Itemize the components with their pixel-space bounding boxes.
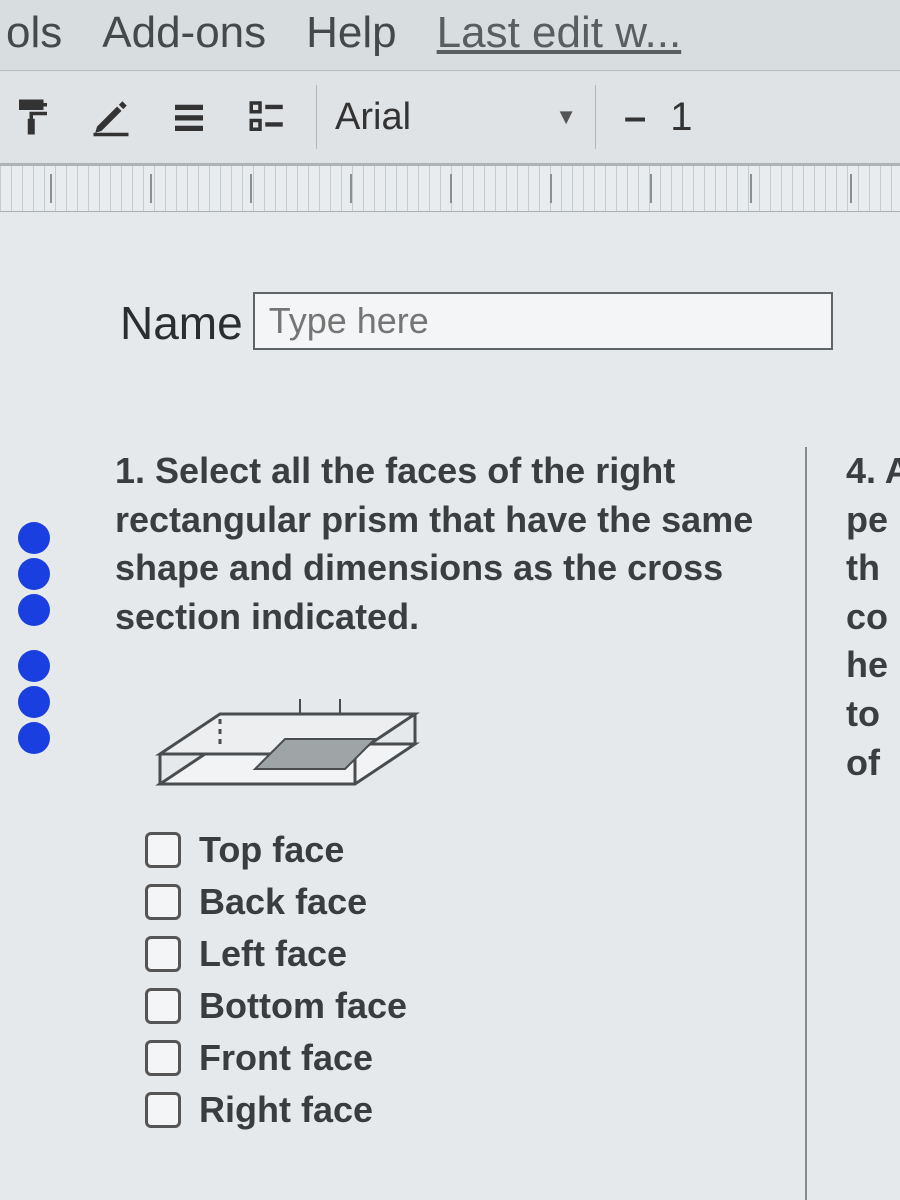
comment-dot-icon bbox=[18, 594, 50, 626]
document-canvas[interactable]: Name 1. Select all the faces of the righ… bbox=[0, 212, 900, 1200]
menu-help[interactable]: Help bbox=[300, 6, 403, 60]
question-1-text: 1. Select all the faces of the right rec… bbox=[115, 447, 755, 641]
option-bottom-face: Bottom face bbox=[145, 985, 755, 1027]
text-fragment: co bbox=[846, 593, 900, 642]
name-label: Name bbox=[120, 296, 243, 350]
option-label: Left face bbox=[199, 933, 347, 975]
text-fragment: th bbox=[846, 544, 900, 593]
checkbox[interactable] bbox=[145, 1040, 181, 1076]
comment-dot-icon bbox=[18, 558, 50, 590]
comment-dot-icon bbox=[18, 650, 50, 682]
comment-dot-icon bbox=[18, 722, 50, 754]
font-size-value[interactable]: 1 bbox=[670, 95, 692, 140]
name-field-row: Name bbox=[120, 292, 833, 350]
menu-bar: ols Add-ons Help Last edit w... bbox=[0, 0, 900, 71]
text-fragment: A bbox=[885, 450, 900, 491]
checkbox[interactable] bbox=[145, 936, 181, 972]
question-1-number: 1. bbox=[115, 450, 145, 491]
question-1: 1. Select all the faces of the right rec… bbox=[115, 447, 755, 1141]
font-family-label: Arial bbox=[335, 96, 411, 139]
highlight-button[interactable] bbox=[82, 88, 140, 146]
font-family-select[interactable]: Arial ▼ bbox=[316, 85, 596, 149]
option-back-face: Back face bbox=[145, 881, 755, 923]
text-fragment: pe bbox=[846, 496, 900, 545]
checkbox[interactable] bbox=[145, 884, 181, 920]
pen-icon bbox=[90, 96, 132, 138]
option-label: Front face bbox=[199, 1037, 373, 1079]
option-label: Back face bbox=[199, 881, 367, 923]
bullet-list-button[interactable] bbox=[160, 88, 218, 146]
text-fragment: he bbox=[846, 641, 900, 690]
font-size-decrease-button[interactable]: – bbox=[624, 95, 646, 140]
question-4-partial: 4. A pe th co he to of bbox=[846, 447, 900, 787]
comment-thread-indicator[interactable] bbox=[18, 522, 50, 754]
option-top-face: Top face bbox=[145, 829, 755, 871]
option-label: Bottom face bbox=[199, 985, 407, 1027]
horizontal-ruler[interactable] bbox=[0, 166, 900, 212]
option-label: Top face bbox=[199, 829, 344, 871]
checklist-button[interactable] bbox=[238, 88, 296, 146]
name-input[interactable] bbox=[253, 292, 833, 350]
last-edit-link[interactable]: Last edit w... bbox=[431, 6, 688, 60]
list-icon bbox=[168, 96, 210, 138]
paint-format-button[interactable] bbox=[4, 88, 62, 146]
column-divider bbox=[805, 447, 807, 1200]
toolbar: Arial ▼ – 1 bbox=[0, 71, 900, 166]
checkbox[interactable] bbox=[145, 1092, 181, 1128]
text-fragment: to bbox=[846, 690, 900, 739]
question-4-number: 4. bbox=[846, 450, 876, 491]
comment-dot-icon bbox=[18, 686, 50, 718]
checkbox[interactable] bbox=[145, 988, 181, 1024]
checklist-icon bbox=[246, 96, 288, 138]
text-fragment: of bbox=[846, 739, 900, 788]
checkbox[interactable] bbox=[145, 832, 181, 868]
question-1-options: Top face Back face Left face Bottom face… bbox=[145, 829, 755, 1131]
option-label: Right face bbox=[199, 1089, 373, 1131]
comment-dot-icon bbox=[18, 522, 50, 554]
prism-diagram bbox=[145, 669, 435, 804]
chevron-down-icon: ▼ bbox=[555, 104, 577, 130]
menu-tools[interactable]: ols bbox=[0, 6, 68, 60]
option-right-face: Right face bbox=[145, 1089, 755, 1131]
font-size-group: – 1 bbox=[616, 95, 693, 140]
menu-addons[interactable]: Add-ons bbox=[96, 6, 272, 60]
paint-roller-icon bbox=[12, 96, 54, 138]
option-left-face: Left face bbox=[145, 933, 755, 975]
question-1-body: Select all the faces of the right rectan… bbox=[115, 450, 753, 637]
option-front-face: Front face bbox=[145, 1037, 755, 1079]
